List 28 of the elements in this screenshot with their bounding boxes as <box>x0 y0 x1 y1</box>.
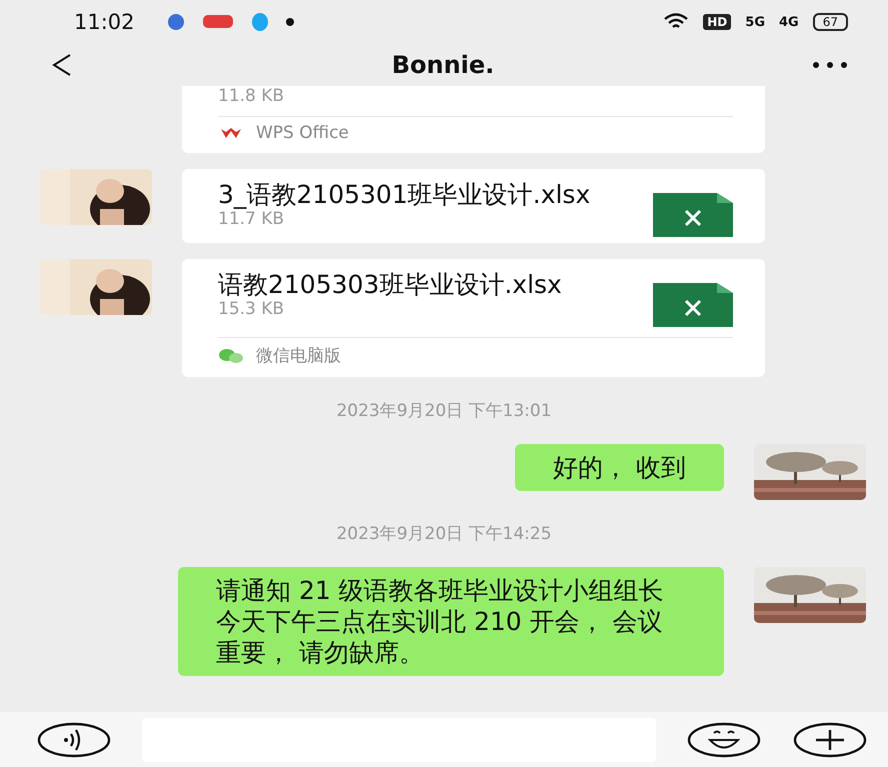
file-name: 3_语教2105301班毕业设计.xlsx <box>218 181 592 209</box>
timestamp: 2023年9月20日 下午13:01 <box>335 400 553 423</box>
voice-icon[interactable] <box>36 720 112 758</box>
emoji-icon[interactable] <box>686 720 762 758</box>
chat-icon <box>218 348 244 364</box>
message-bubble[interactable]: 好的， 收到 <box>515 444 724 491</box>
file-card[interactable]: 语教2105303班毕业设计.xlsx 15.3 KB 微信电脑版 <box>182 259 765 377</box>
source-label: WPS Office <box>256 123 349 143</box>
file-size: 11.8 KB <box>218 86 286 106</box>
network-label: 5G <box>745 14 765 30</box>
notification-dot-icon <box>284 17 295 27</box>
file-name: 语教2105303班毕业设计.xlsx <box>218 271 563 299</box>
file-size: 15.3 KB <box>218 299 286 319</box>
timestamp: 2023年9月20日 下午14:25 <box>335 523 553 546</box>
more-icon[interactable] <box>812 61 848 69</box>
spreadsheet-icon <box>653 283 733 327</box>
chat-title: Bonnie. <box>390 51 496 79</box>
spreadsheet-icon <box>653 193 733 237</box>
file-card[interactable]: 3_语教2105301班毕业设计.xlsx 11.7 KB <box>182 169 765 243</box>
network-label: HD <box>703 14 732 30</box>
network-label: 4G <box>779 14 799 30</box>
clock: 11:02 <box>74 10 135 34</box>
add-icon[interactable] <box>792 720 868 758</box>
file-size: 11.7 KB <box>218 209 286 229</box>
source-label: 微信电脑版 <box>256 345 341 367</box>
message-bubble[interactable]: 请通知 21 级语教各班毕业设计小组组长今天下午三点在实训北 210 开会， 会议重要， 请勿缺席。 <box>178 567 724 676</box>
battery-icon: 67 <box>812 13 848 31</box>
file-card[interactable]: 11.8 KB WPS Office <box>182 86 765 153</box>
